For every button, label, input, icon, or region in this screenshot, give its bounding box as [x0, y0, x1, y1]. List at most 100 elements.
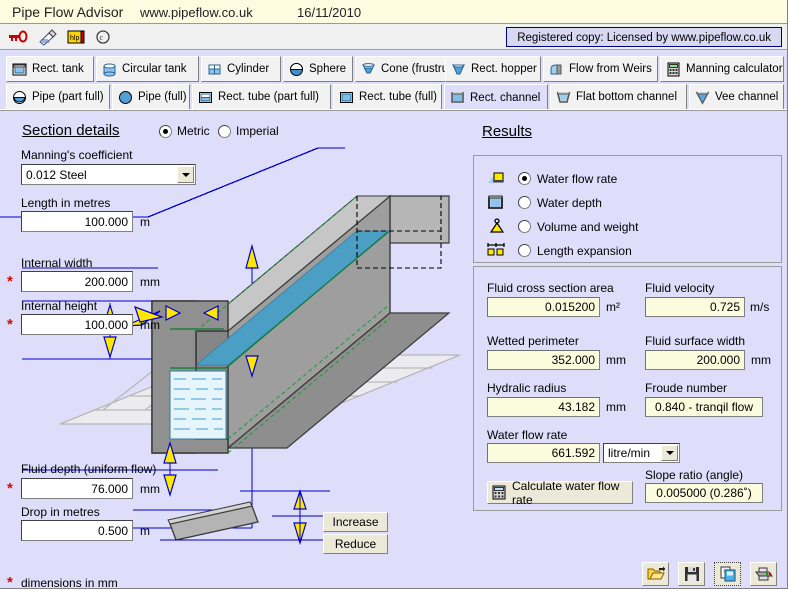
fluid-surface-width-label: Fluid surface width [645, 334, 746, 348]
open-button[interactable] [642, 562, 669, 586]
fluid-depth-input[interactable]: 76.000 [21, 478, 133, 499]
license-banner: Registered copy: Licensed by www.pipeflo… [506, 27, 782, 47]
internal-width-unit: mm [140, 275, 160, 289]
tab-label: Cylinder [227, 63, 270, 75]
copy-button[interactable] [714, 562, 741, 586]
slope-ratio-value: 0.005000 (0.286˚) [645, 483, 763, 503]
footnote-text: dimensions in mm [21, 576, 118, 589]
mannings-coefficient-select[interactable]: 0.012 Steel [21, 164, 196, 185]
copyright-icon[interactable]: c [94, 28, 114, 46]
radio-metric[interactable] [159, 125, 172, 138]
drop-input[interactable]: 0.500 [21, 520, 133, 541]
length-label: Length in metres [21, 196, 111, 210]
wetted-perimeter-text: 352.000 [551, 353, 595, 367]
tab-pipe-full[interactable]: Pipe (full) [112, 84, 190, 110]
tab-pipe-part-full[interactable]: Pipe (part full) [6, 84, 110, 110]
app-title: Pipe Flow Advisor [12, 4, 124, 20]
tab-rect-tube-part-full[interactable]: Rect. tube (part full) [192, 84, 331, 110]
internal-height-input[interactable]: 100.000 [21, 314, 133, 335]
fluid-velocity-label: Fluid velocity [645, 281, 715, 295]
tab-rect-channel[interactable]: Rect. channel [444, 84, 548, 111]
toolbar: hlp c Registered copy: Licensed by www.p… [0, 24, 787, 50]
length-input[interactable]: 100.000 [21, 211, 133, 232]
mannings-coefficient-value: 0.012 Steel [26, 167, 87, 182]
tab-strip-divider [0, 109, 787, 111]
notes-icon[interactable] [38, 28, 58, 46]
save-icon [684, 567, 699, 581]
title-bar: Pipe Flow Advisor www.pipeflow.co.uk 16/… [0, 0, 787, 24]
fluid-depth-label: Fluid depth (uniform flow) [21, 462, 157, 476]
froude-number-value: 0.840 - tranqil flow [645, 397, 763, 417]
fluid-surface-width-unit: mm [751, 353, 771, 367]
required-marker-width: * [7, 273, 13, 290]
length-expansion-icon [487, 242, 505, 258]
tab-rect-tube-full[interactable]: Rect. tube (full) [333, 84, 442, 110]
drop-unit: m [140, 524, 150, 538]
fluid-depth-unit: mm [140, 482, 160, 496]
tab-label: Pipe (full) [138, 91, 187, 103]
shape-tab-strip: Rect. tank Circular tank Cylinder Sphere… [0, 51, 787, 113]
save-button[interactable] [678, 562, 705, 586]
flow-rate-units-select[interactable]: litre/min [603, 443, 680, 463]
svg-text:c: c [100, 33, 104, 42]
app-website: www.pipeflow.co.uk [140, 5, 253, 20]
hydraulic-radius-text: 43.182 [558, 400, 595, 414]
tab-cylinder[interactable]: Cylinder [201, 56, 281, 82]
fluid-area-value: 0.015200 [487, 297, 600, 317]
calculate-water-flow-rate-button[interactable]: Calculate water flow rate [487, 479, 633, 507]
reduce-button-label: Reduce [334, 537, 377, 551]
radio-length-expansion[interactable] [518, 244, 531, 257]
tab-rect-hopper[interactable]: Rect. hopper [445, 56, 541, 82]
print-icon [754, 567, 773, 581]
drop-value: 0.500 [97, 523, 128, 538]
mode-label-water-depth: Water depth [537, 196, 602, 210]
fluid-velocity-unit: m/s [750, 300, 770, 314]
chevron-down-icon[interactable] [661, 445, 678, 461]
section-details-title: Section details [22, 122, 120, 139]
tab-flow-from-weirs[interactable]: Flow from Weirs [543, 56, 658, 82]
water-flow-rate-value: 661.592 [487, 443, 600, 463]
wetted-perimeter-value: 352.000 [487, 350, 600, 370]
fluid-surface-width-value: 200.000 [645, 350, 745, 370]
froude-number-text: 0.840 - tranqil flow [654, 400, 754, 414]
tab-manning-calculator[interactable]: Manning calculator [660, 56, 784, 82]
internal-width-input[interactable]: 200.000 [21, 271, 133, 292]
tab-label: Sphere [309, 63, 347, 75]
radio-volume-and-weight[interactable] [518, 220, 531, 233]
mode-label-length-expansion: Length expansion [537, 244, 632, 258]
fluid-area-label: Fluid cross section area [487, 281, 614, 295]
reduce-button[interactable]: Reduce [323, 534, 388, 554]
hydraulic-radius-label: Hydralic radius [487, 381, 567, 395]
help-icon[interactable]: hlp [66, 28, 86, 46]
tab-label: Rect. tube (part full) [218, 91, 319, 103]
mannings-coefficient-label: Manning's coefficient [21, 148, 133, 162]
water-flow-rate-label: Water flow rate [487, 428, 568, 442]
fluid-area-unit: m² [606, 300, 620, 314]
tab-circular-tank[interactable]: Circular tank [96, 56, 199, 82]
froude-number-label: Froude number [645, 381, 728, 395]
flow-rate-units-value: litre/min [608, 446, 651, 460]
tab-cone-frustrum[interactable]: Cone (frustrum) [355, 56, 462, 82]
footnote-marker: * [7, 574, 13, 589]
print-button[interactable] [750, 562, 777, 586]
internal-height-label: Internal height [21, 299, 98, 313]
fluid-velocity-text: 0.725 [709, 300, 740, 314]
radio-water-depth[interactable] [518, 196, 531, 209]
fluid-velocity-value: 0.725 [645, 297, 745, 317]
tab-rect-tank[interactable]: Rect. tank [6, 56, 94, 82]
key-icon[interactable] [8, 28, 28, 46]
radio-water-flow-rate[interactable] [518, 172, 531, 185]
svg-text:hlp: hlp [70, 35, 79, 42]
flow-rate-icon [487, 170, 505, 186]
tab-label: Rect. channel [470, 91, 541, 104]
drop-label: Drop in metres [21, 505, 100, 519]
chevron-down-icon[interactable] [177, 166, 194, 183]
tab-sphere[interactable]: Sphere [283, 56, 353, 82]
radio-imperial[interactable] [218, 125, 231, 138]
hydraulic-radius-value: 43.182 [487, 397, 600, 417]
required-marker-depth: * [7, 480, 13, 497]
tab-vee-channel[interactable]: Vee channel [689, 84, 784, 110]
radio-imperial-label: Imperial [236, 124, 279, 138]
tab-flat-bottom-channel[interactable]: Flat bottom channel [550, 84, 687, 110]
increase-button[interactable]: Increase [323, 512, 388, 532]
